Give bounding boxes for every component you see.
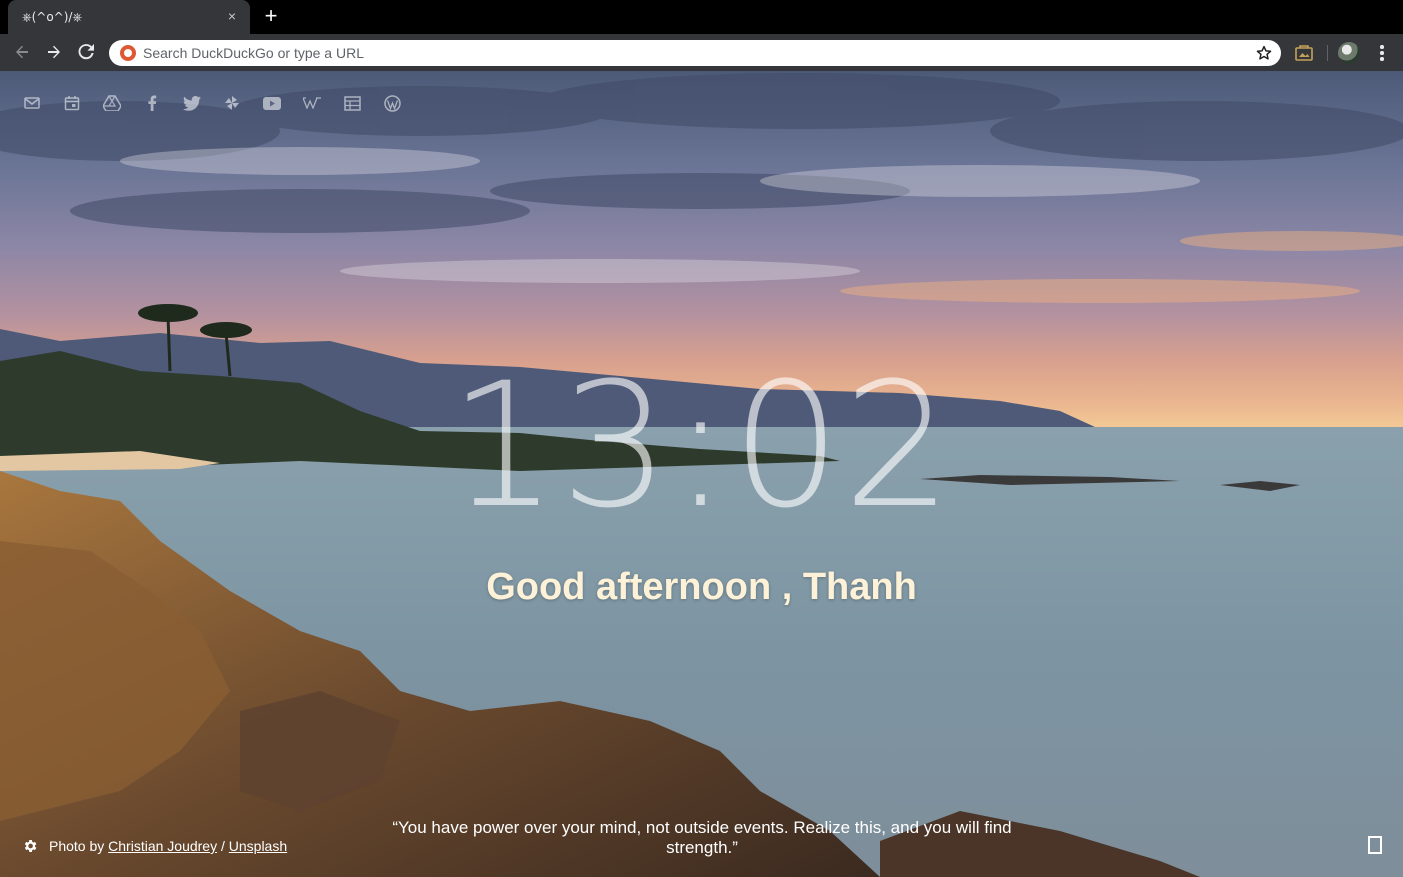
daily-quote[interactable]: “You have power over your mind, not outs… (360, 818, 1044, 858)
credit-source-link[interactable]: Unsplash (229, 838, 287, 854)
twitter-icon[interactable] (182, 93, 202, 113)
browser-toolbar (0, 34, 1403, 71)
bookmark-star-icon[interactable] (1255, 44, 1273, 62)
new-tab-button[interactable]: + (260, 5, 282, 28)
table-icon[interactable] (342, 93, 362, 113)
tab-close-icon[interactable]: × (224, 8, 240, 24)
new-tab-page: 13:02 Good afternoon , Thanh Photo by Ch… (0, 71, 1403, 877)
forward-button[interactable] (40, 38, 68, 66)
wordpress-icon[interactable] (382, 93, 402, 113)
credit-author-link[interactable]: Christian Joudrey (108, 838, 217, 854)
photo-credit: Photo by Christian Joudrey / Unsplash (22, 838, 287, 854)
toolbar-separator (1327, 45, 1328, 61)
duckduckgo-icon (120, 45, 136, 61)
greeting: Good afternoon , Thanh (486, 566, 917, 608)
facebook-icon[interactable] (142, 93, 162, 113)
browser-tab[interactable]: ⎈(^o^)/⎈ × (8, 0, 250, 34)
todo-icon[interactable] (1367, 835, 1383, 855)
clock: 13:02 (448, 345, 955, 546)
extension-icon[interactable] (1294, 43, 1314, 63)
reload-icon (78, 44, 94, 60)
drive-icon[interactable] (102, 93, 122, 113)
reload-button[interactable] (72, 38, 100, 66)
gear-icon[interactable] (22, 838, 38, 854)
gmail-icon[interactable] (22, 93, 42, 113)
tab-strip: ⎈(^o^)/⎈ × + (0, 0, 1403, 34)
menu-icon[interactable] (1372, 42, 1392, 64)
credit-prefix: Photo by (49, 838, 105, 854)
calendar-icon[interactable] (62, 93, 82, 113)
youtube-icon[interactable] (262, 93, 282, 113)
back-button[interactable] (8, 38, 36, 66)
credit-separator: / (220, 838, 225, 854)
pinwheel-icon[interactable] (222, 93, 242, 113)
wikipedia-icon[interactable] (302, 93, 322, 113)
omnibox[interactable] (109, 40, 1281, 66)
back-icon (16, 45, 28, 59)
tab-title: ⎈(^o^)/⎈ (22, 10, 83, 24)
profile-avatar[interactable] (1338, 42, 1360, 64)
url-input[interactable] (143, 40, 1243, 66)
forward-icon (48, 45, 60, 59)
